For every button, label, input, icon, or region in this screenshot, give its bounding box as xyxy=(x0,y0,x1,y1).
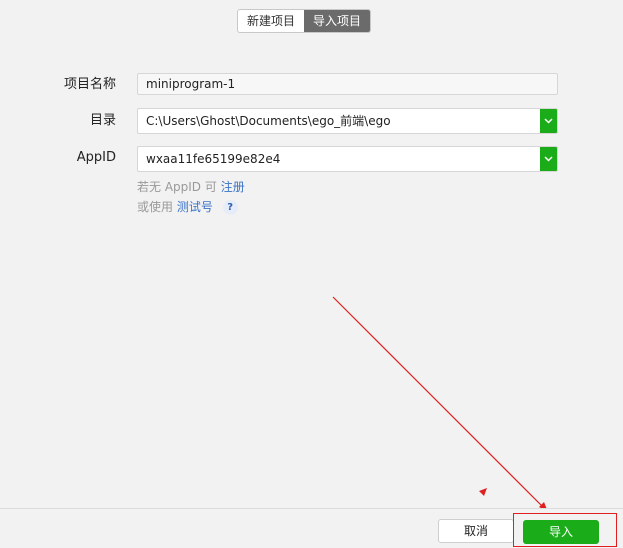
help-icon[interactable]: ? xyxy=(222,200,238,215)
test-account-link[interactable]: 测试号 xyxy=(177,200,213,214)
or-use-text: 或使用 xyxy=(137,200,174,214)
chevron-down-icon xyxy=(544,118,553,124)
cancel-button[interactable]: 取消 xyxy=(438,519,514,543)
appid-dropdown-button[interactable] xyxy=(540,147,557,171)
import-highlight-box: 导入 xyxy=(513,513,617,547)
no-appid-text: 若无 AppID 可 xyxy=(137,180,217,194)
project-name-input[interactable]: miniprogram-1 xyxy=(137,73,558,95)
project-name-label: 项目名称 xyxy=(63,77,116,92)
chevron-down-icon xyxy=(544,156,553,162)
directory-dropdown-button[interactable] xyxy=(540,109,557,133)
import-button[interactable]: 导入 xyxy=(523,520,599,544)
tab-new-project[interactable]: 新建项目 xyxy=(238,10,304,32)
directory-select[interactable]: C:\Users\Ghost\Documents\ego_前端\ego xyxy=(137,108,558,134)
directory-row: 目录 C:\Users\Ghost\Documents\ego_前端\ego xyxy=(0,108,623,134)
no-appid-hint: 若无 AppID 可 注册 xyxy=(137,179,245,195)
directory-value: C:\Users\Ghost\Documents\ego_前端\ego xyxy=(146,114,391,128)
appid-select[interactable]: wxaa11fe65199e82e4 xyxy=(137,146,558,172)
test-account-hint: 或使用 测试号 ? xyxy=(137,199,238,215)
project-mode-tabs: 新建项目 导入项目 xyxy=(237,9,372,33)
appid-label: AppID xyxy=(76,150,116,165)
tab-import-project[interactable]: 导入项目 xyxy=(304,10,371,32)
directory-label: 目录 xyxy=(89,113,116,128)
appid-value: wxaa11fe65199e82e4 xyxy=(146,152,281,166)
dialog-footer: 取消 导入 xyxy=(0,508,623,548)
register-link[interactable]: 注册 xyxy=(221,180,245,194)
project-name-row: 项目名称 miniprogram-1 xyxy=(0,73,623,97)
appid-row: AppID wxaa11fe65199e82e4 xyxy=(0,146,623,172)
